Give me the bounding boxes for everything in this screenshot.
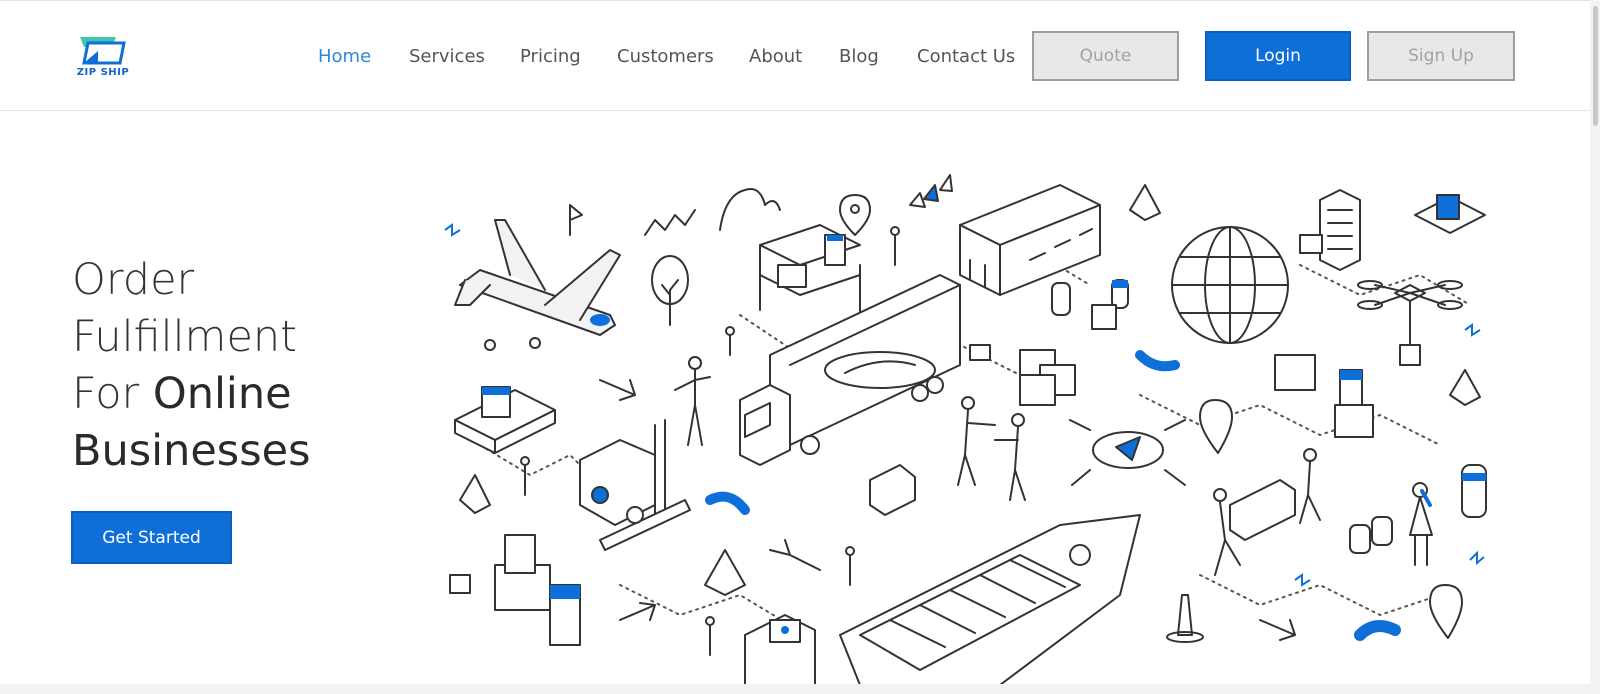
vertical-scrollbar[interactable] xyxy=(1590,0,1600,694)
person-with-clipboard-icon xyxy=(1409,482,1433,566)
nav-contact-us[interactable]: Contact Us xyxy=(917,45,1015,69)
buildings-icon xyxy=(744,614,816,685)
drone-icon xyxy=(1357,280,1463,366)
workers-handshake-icon xyxy=(957,396,1026,501)
nav-blog[interactable]: Blog xyxy=(839,45,879,69)
hero-line-1: Order xyxy=(72,255,195,305)
nav-services[interactable]: Services xyxy=(409,45,485,69)
pin-icon xyxy=(520,456,530,496)
arrow-icon xyxy=(769,539,821,571)
nav-about[interactable]: About xyxy=(749,45,802,69)
cargo-ship-icon xyxy=(839,514,1141,685)
signal-icon xyxy=(1354,620,1401,641)
pin-icon xyxy=(890,226,900,266)
box-platform-icon xyxy=(454,386,556,454)
arrow-icon xyxy=(1259,619,1296,641)
get-started-button[interactable]: Get Started xyxy=(71,511,232,564)
quote-button[interactable]: Quote xyxy=(1032,31,1179,81)
lighthouse-icon xyxy=(1166,594,1204,643)
boxes-stack-icon xyxy=(449,534,581,646)
pin-icon xyxy=(725,326,735,356)
open-box-icon xyxy=(869,464,916,516)
workers-carrying-box-icon xyxy=(1213,448,1321,576)
triangles-icon xyxy=(909,174,953,208)
truck-icon xyxy=(739,274,961,466)
pin-icon xyxy=(705,616,715,656)
hero-line-2: Fulfillment xyxy=(72,312,298,362)
hero-line-3: For Online xyxy=(72,366,412,423)
nav-home[interactable]: Home xyxy=(318,45,371,69)
flag-icon xyxy=(569,204,583,236)
zip-ship-logo-icon xyxy=(80,37,126,65)
nav-customers[interactable]: Customers xyxy=(617,45,714,69)
location-pin-icon xyxy=(839,194,871,236)
signal-icon xyxy=(1135,350,1180,372)
worker-icon xyxy=(674,356,711,446)
building-icon xyxy=(1299,189,1361,271)
pin-icon xyxy=(845,546,855,586)
signal-icon xyxy=(705,491,750,515)
shelf-with-boxes-icon xyxy=(759,224,861,331)
arrow-icon xyxy=(599,379,636,401)
hero-line-3-bold: Online xyxy=(152,369,292,419)
scrollbar-thumb[interactable] xyxy=(1593,6,1598,126)
pyramid-icon xyxy=(1449,369,1481,406)
hero-line-4: Businesses xyxy=(72,426,311,476)
globe-icon xyxy=(1171,226,1289,344)
box-platform-icon xyxy=(1414,194,1486,234)
logo[interactable]: ZIP SHIP xyxy=(68,33,138,81)
hero-heading: Order Fulfillment For Online Businesses xyxy=(72,252,412,480)
site-header: ZIP SHIP Home Services Pricing Customers… xyxy=(0,1,1590,111)
arrow-icon xyxy=(619,602,656,621)
logo-text: ZIP SHIP xyxy=(76,67,130,78)
pyramid-icon xyxy=(459,474,491,514)
compass-platform-icon xyxy=(1069,419,1186,486)
forklift-icon xyxy=(579,419,691,551)
location-pin-icon xyxy=(1429,584,1463,639)
boxes-stack-icon xyxy=(969,344,1076,406)
logistics-illustration xyxy=(444,174,1487,685)
boxes-stack-icon xyxy=(1274,354,1374,438)
bottom-band xyxy=(0,684,1600,694)
squiggle-icon xyxy=(644,209,696,236)
barrels-icon xyxy=(1051,279,1129,330)
pyramid-icon xyxy=(704,549,746,596)
tree-icon xyxy=(651,255,689,326)
hero-line-3-light: For xyxy=(72,369,140,419)
location-pin-icon xyxy=(1199,399,1233,454)
airplane-icon xyxy=(454,219,621,351)
cloud-icon xyxy=(719,188,781,231)
pyramid-icon xyxy=(1129,184,1161,221)
login-button[interactable]: Login xyxy=(1205,31,1351,81)
nav-pricing[interactable]: Pricing xyxy=(520,45,581,69)
sign-up-button[interactable]: Sign Up xyxy=(1367,31,1515,81)
